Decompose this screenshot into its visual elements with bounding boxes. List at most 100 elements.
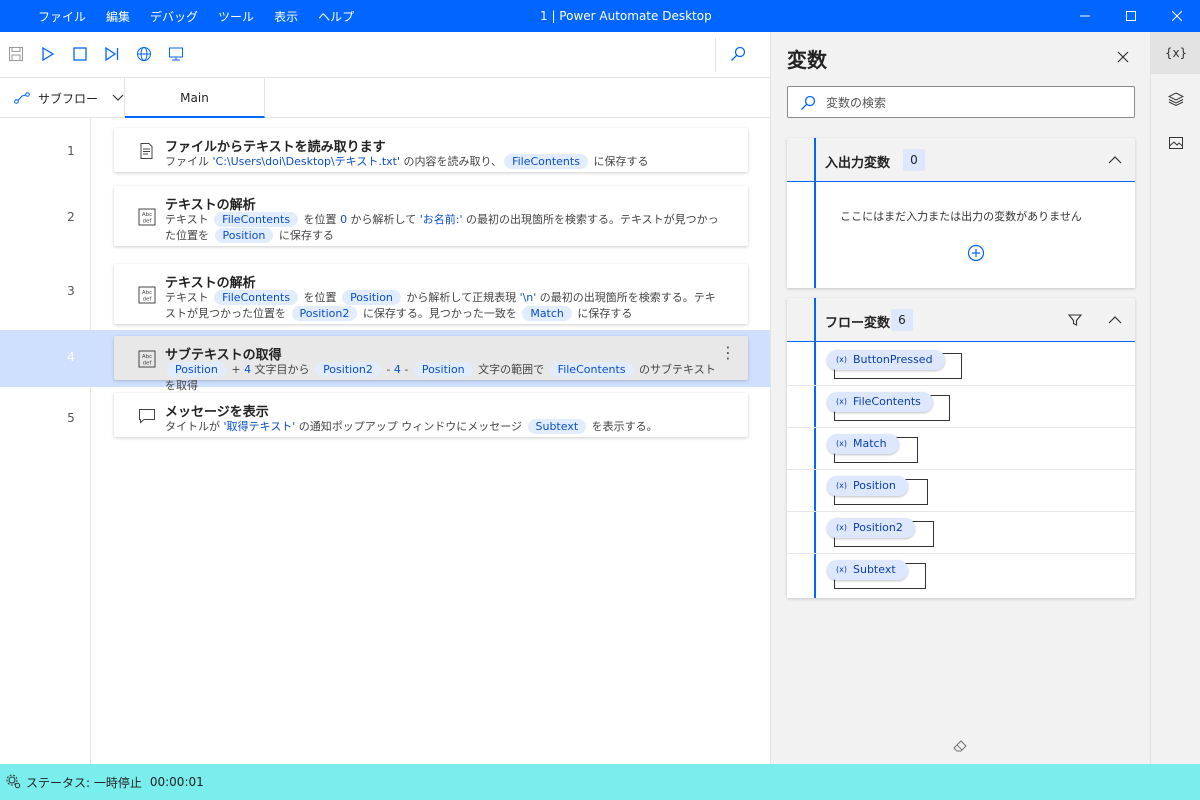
variable-token[interactable]: Position2 [315,362,381,377]
variable-pill[interactable]: (x) Match [827,434,899,454]
menu-help[interactable]: ヘルプ [308,8,364,25]
variable-row[interactable]: (x) Position [787,470,1135,512]
add-variable-icon[interactable] [967,244,985,262]
variable-token[interactable]: Match [522,306,572,321]
abc-def-icon: Abcdef [138,208,156,226]
description-text: テキスト [165,213,213,226]
variable-row[interactable]: (x) Match [787,428,1135,470]
variable-token[interactable]: FileContents [504,154,588,169]
title-bar: ファイル 編集 デバッグ ツール 表示 ヘルプ 1 | Power Automa… [0,0,1200,32]
minimize-button[interactable] [1062,0,1108,32]
action-card[interactable]: Abc def テキストの解析 テキスト FileContents を位置 Pos… [114,264,748,324]
menu-debug[interactable]: デバッグ [140,8,208,25]
variable-token[interactable]: FileContents [214,212,299,227]
message-icon [139,409,155,424]
action-card[interactable]: Abc def テキストの解析 テキスト FileContents を位置 0 か… [114,186,748,246]
variable-token[interactable]: FileContents [214,290,299,305]
variable-icon: (x) [836,397,847,406]
variable-token[interactable]: Subtext [527,419,587,434]
variable-row[interactable]: (x) FileContents [787,386,1135,428]
action-card[interactable]: Abc def サブテキストの取得 Position + 4 文字目から Posi… [114,336,748,392]
variable-row[interactable]: (x) Subtext [787,554,1135,596]
variable-token[interactable]: Position [413,362,473,377]
maximize-button[interactable] [1108,0,1154,32]
empty-message: ここにはまだ入力または出力の変数がありません [840,210,1082,223]
variable-token[interactable]: FileContents [549,362,634,377]
desktop-icon [169,47,183,61]
file-text-icon [140,143,153,159]
step-icon [105,47,119,61]
flow-designer: 1 ファイルからテキストを読み取ります ファイル 'C:\Users\doi\D… [0,118,770,764]
svg-text:Abc: Abc [142,290,152,296]
status-time: 00:00:01 [149,775,204,789]
web-recorder-button[interactable] [134,44,154,64]
save-icon [9,47,23,61]
variable-token[interactable]: Position [342,290,401,305]
flow-section-header[interactable]: フロー変数 6 [787,298,1135,342]
minimize-icon [1080,15,1090,17]
variable-pill[interactable]: (x) ButtonPressed [827,350,945,370]
close-window-button[interactable] [1154,0,1200,32]
description-text: から解析して [347,213,420,226]
action-row[interactable]: 1 ファイルからテキストを読み取ります ファイル 'C:\Users\doi\D… [0,118,770,176]
variable-token[interactable]: Position [214,228,274,243]
section-title: フロー変数 [825,316,891,331]
variable-icon: (x) [836,565,847,574]
eraser-icon[interactable] [951,736,969,754]
status-text: ステータス: 一時停止 [26,775,142,790]
play-icon [42,47,55,61]
description-text: - [382,363,394,376]
ui-elements-button[interactable] [1151,78,1200,120]
variable-row[interactable]: (x) ButtonPressed [787,344,1135,386]
count-badge: 0 [903,149,925,171]
action-card[interactable]: ファイルからテキストを読み取ります ファイル 'C:\Users\doi\Des… [114,128,748,172]
variable-token[interactable]: Position [167,362,226,377]
search-input[interactable] [826,93,1126,113]
variables-pane-button[interactable]: {x} [1151,32,1200,74]
action-row[interactable]: 3 Abc def テキストの解析 テキスト FileContents を位置 P… [0,252,770,328]
run-next-action-button[interactable] [102,44,122,64]
filter-icon[interactable] [1067,312,1083,328]
stop-button[interactable] [70,44,90,64]
action-row-selected[interactable]: 4 Abc def サブテキストの取得 Position + 4 文字目から Po… [0,330,770,392]
menu-tools[interactable]: ツール [208,8,264,25]
search-icon [801,95,816,110]
menu-edit[interactable]: 編集 [96,8,140,25]
chevron-up-icon[interactable] [1107,312,1123,328]
more-options-icon[interactable]: ⋮ [720,345,736,361]
variable-search-field[interactable] [787,86,1135,118]
description-text: から解析して正規表現 [402,291,520,304]
description-text: に保存する。見つかった一致を [359,307,521,320]
save-button[interactable] [6,44,26,64]
variable-pill[interactable]: (x) Position [827,476,908,496]
abc-def-icon: Abcdef [138,350,156,368]
subflows-dropdown[interactable]: サブフロー [14,88,124,108]
images-button[interactable] [1151,122,1200,164]
toolbar [0,32,770,78]
variable-pill[interactable]: (x) Position2 [827,518,915,538]
description-text: に保存する [275,229,334,242]
run-button[interactable] [38,44,58,64]
literal-value: 'C:\Users\doi\Desktop\テキスト.txt' [212,155,401,168]
menu-file[interactable]: ファイル [28,8,96,25]
description-text: を位置 [300,213,341,226]
variables-icon: {x} [1164,46,1188,60]
svg-text:def: def [143,219,153,225]
desktop-recorder-button[interactable] [166,44,186,64]
variable-pill[interactable]: (x) FileContents [827,392,933,412]
variable-row[interactable]: (x) Position2 [787,512,1135,554]
search-actions-button[interactable] [728,44,748,64]
action-row[interactable]: 5 メッセージを表示 タイトルが '取得テキスト' の通知ポップアップ ウィンド… [0,387,770,443]
chevron-up-icon[interactable] [1107,152,1123,168]
menu-view[interactable]: 表示 [264,8,308,25]
literal-value: '\n' [519,291,537,304]
action-card[interactable]: メッセージを表示 タイトルが '取得テキスト' の通知ポップアップ ウィンドウに… [114,393,748,437]
action-row[interactable]: 2 Abc def テキストの解析 テキスト FileContents を位置 0… [0,176,770,252]
io-section-header[interactable]: 入出力変数 0 [787,138,1135,182]
close-panel-icon[interactable] [1114,48,1132,66]
variable-pill[interactable]: (x) Subtext [827,560,908,580]
variable-token[interactable]: Position2 [291,306,358,321]
tab-main[interactable]: Main [125,78,265,118]
action-title: テキストの解析 [165,198,256,213]
description-text: の内容を読み取り、 [400,155,503,168]
